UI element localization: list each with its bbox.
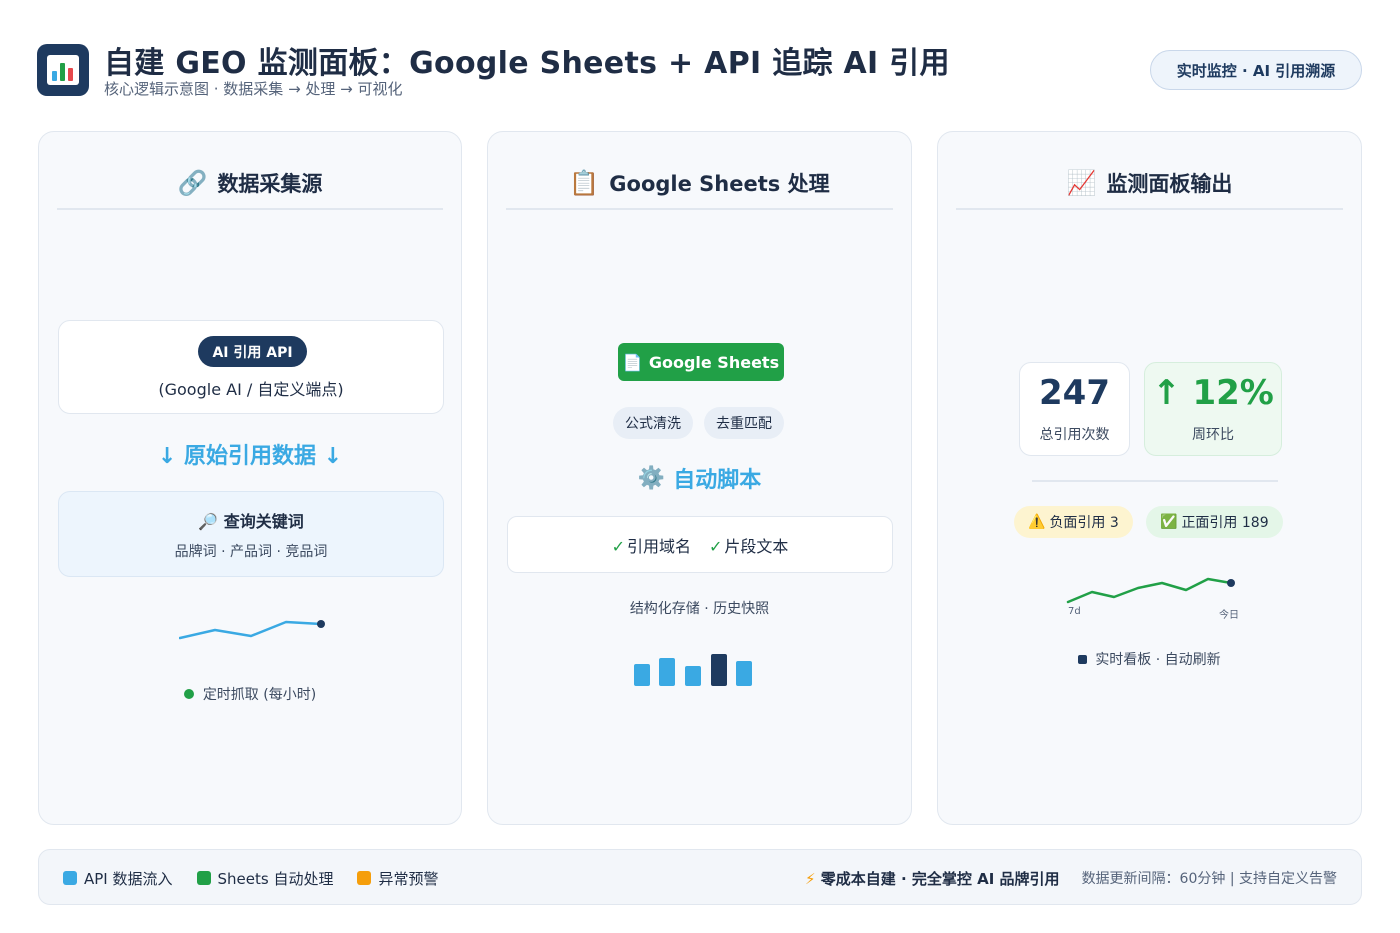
legend-item-api: API 数据流入 — [63, 868, 173, 889]
dashboard-status: 实时看板 · 自动刷新 — [938, 649, 1361, 669]
bar-chart-icon — [47, 55, 79, 85]
panel-header: 📋 Google Sheets 处理 — [506, 158, 893, 210]
check-icon: ✓ — [611, 536, 625, 556]
update-interval-note: 数据更新间隔：60分钟 | 支持自定义告警 — [1081, 871, 1337, 887]
legend-item-alert: 异常预警 — [357, 868, 438, 889]
api-endpoint-label: (Google AI / 自定义端点) — [158, 380, 344, 399]
page-title: 自建 GEO 监测面板：Google Sheets + API 追踪 AI 引用 — [104, 46, 950, 81]
legend-item-sheets: Sheets 自动处理 — [196, 868, 333, 889]
legend-swatch — [196, 871, 211, 885]
stat-total-value: 247 — [1039, 373, 1110, 413]
footer-bar: API 数据流入 Sheets 自动处理 异常预警 ⚡ 零成本自建 · 完全掌控… — [38, 849, 1362, 905]
panel-title: 监测面板输出 — [1106, 172, 1233, 196]
lightning-icon: ⚡ — [805, 869, 816, 888]
magnifier-icon: 🔎 — [198, 512, 219, 531]
field-snippet: ✓ 片段文本 — [709, 536, 789, 556]
footer-right: ⚡ 零成本自建 · 完全掌控 AI 品牌引用 数据更新间隔：60分钟 | 支持自… — [805, 850, 1337, 906]
stat-change-value: ↑ 12% — [1152, 373, 1274, 413]
sheets-badge: 📄 Google Sheets — [618, 343, 784, 381]
legend-swatch — [357, 871, 372, 885]
keyword-list: 品牌词 · 产品词 · 竞品词 — [174, 544, 328, 560]
panel-data-sources: 🔗 数据采集源 AI 引用 API (Google AI / 自定义端点) ↓ … — [38, 131, 462, 825]
app-logo — [37, 44, 89, 96]
panel-title: Google Sheets 处理 — [609, 172, 830, 196]
divider — [1032, 480, 1278, 482]
api-card: AI 引用 API (Google AI / 自定义端点) — [58, 320, 444, 414]
panel-dashboard-output: 📈 监测面板输出 247 总引用次数 ↑ 12% 周环比 ⚠️ 负面引用 3 ✅… — [937, 131, 1362, 825]
flow-label: ↓ 原始引用数据 ↓ — [157, 444, 343, 469]
stat-total-label: 总引用次数 — [1039, 427, 1110, 443]
status-dot — [183, 689, 194, 699]
stat-change-label: 周环比 — [1192, 427, 1234, 443]
negative-citations-chip: ⚠️ 负面引用 3 — [1014, 506, 1133, 538]
dashboard-status-label: 实时看板 · 自动刷新 — [1095, 652, 1221, 668]
page-subtitle: 核心逻辑示意图 · 数据采集 → 处理 → 可视化 — [104, 80, 403, 98]
check-box-icon: ✅ — [1160, 514, 1178, 530]
stat-total-citations: 247 总引用次数 — [1019, 362, 1130, 456]
chip-formula-clean: 公式清洗 — [613, 407, 693, 439]
trend-end-label: 今日 — [1219, 610, 1239, 621]
storage-bars — [634, 654, 752, 686]
sheets-badge-label: Google Sheets — [648, 352, 780, 372]
storage-label: 结构化存储 · 历史快照 — [629, 601, 770, 617]
api-badge: AI 引用 API — [198, 336, 307, 367]
auto-script-label: ⚙️ 自动脚本 — [488, 462, 911, 494]
footer-slogan: ⚡ 零成本自建 · 完全掌控 AI 品牌引用 — [805, 869, 1060, 888]
fields-card: ✓ 引用域名 ✓ 片段文本 — [507, 516, 893, 573]
check-icon: ✓ — [709, 536, 723, 556]
legend: API 数据流入 Sheets 自动处理 异常预警 — [63, 850, 438, 906]
panel-title: 数据采集源 — [217, 172, 323, 196]
source-sparkline — [179, 620, 325, 640]
trend-start-label: 7d — [1068, 606, 1081, 617]
gear-icon: ⚙️ — [637, 465, 666, 491]
chart-up-icon: 📈 — [1066, 169, 1097, 197]
positive-citations-chip: ✅ 正面引用 189 — [1146, 506, 1283, 538]
fetch-status: 定时抓取 (每小时) — [39, 684, 461, 704]
chip-dedupe: 去重匹配 — [704, 407, 784, 439]
panel-sheets-processing: 📋 Google Sheets 处理 📄 Google Sheets 公式清洗 … — [487, 131, 912, 825]
keyword-title-row: 🔎 查询关键词 — [59, 508, 443, 532]
clipboard-icon: 📋 — [569, 169, 600, 197]
document-icon: 📄 — [622, 352, 643, 372]
header-pill: 实时监控 · AI 引用溯源 — [1150, 50, 1362, 90]
fetch-status-label: 定时抓取 (每小时) — [202, 687, 317, 703]
keyword-card: 🔎 查询关键词 品牌词 · 产品词 · 竞品词 — [58, 491, 444, 577]
warning-icon: ⚠️ — [1028, 514, 1046, 530]
panel-header: 🔗 数据采集源 — [57, 158, 443, 210]
link-icon: 🔗 — [177, 169, 208, 197]
legend-swatch — [63, 871, 77, 885]
field-domain: ✓ 引用域名 — [611, 536, 691, 556]
trend-sparkline — [1066, 577, 1235, 604]
status-square — [1078, 654, 1088, 664]
auto-script-text: 自动脚本 — [673, 468, 762, 493]
stat-week-change: ↑ 12% 周环比 — [1144, 362, 1282, 456]
keyword-title: 查询关键词 — [223, 512, 304, 531]
panel-header: 📈 监测面板输出 — [956, 158, 1343, 210]
